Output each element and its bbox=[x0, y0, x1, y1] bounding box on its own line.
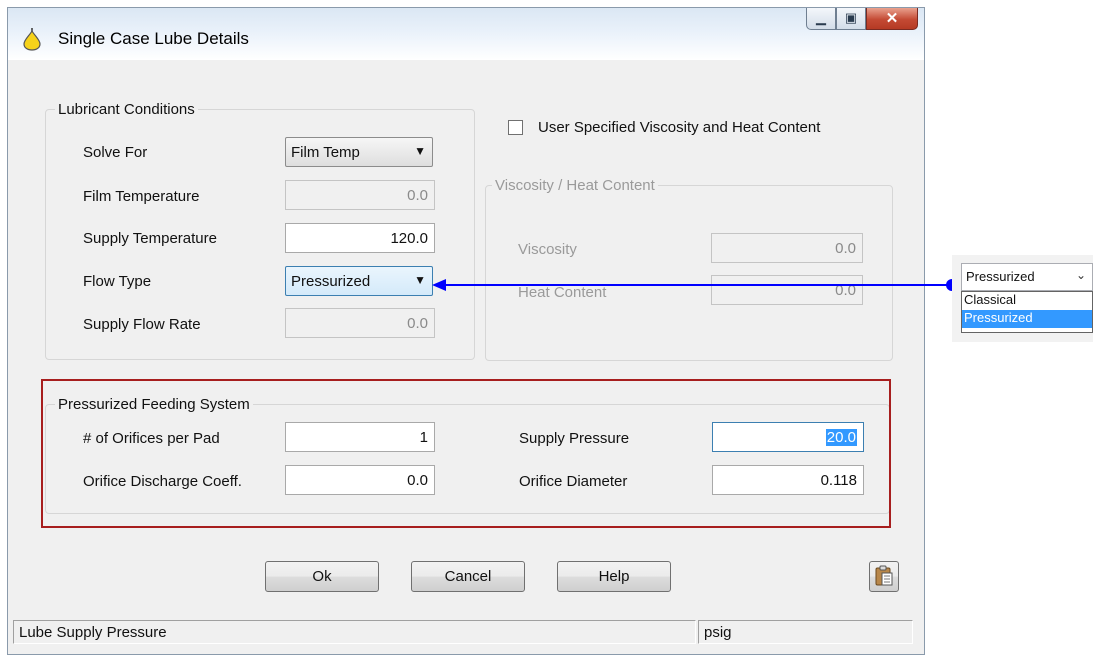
paste-button[interactable] bbox=[869, 561, 899, 592]
solve-for-value: Film Temp bbox=[291, 144, 360, 161]
flow-type-select[interactable]: Pressurized ▼ bbox=[285, 266, 433, 296]
lube-details-dialog: Single Case Lube Details ▁ ▣ ✕ Lubricant… bbox=[7, 7, 925, 655]
flow-type-dropdown-popup: Pressurized ⌄ Classical Pressurized bbox=[952, 255, 1093, 342]
minimize-icon: ▁ bbox=[816, 10, 826, 25]
title-bar[interactable]: Single Case Lube Details ▁ ▣ ✕ bbox=[8, 8, 924, 60]
cancel-button[interactable]: Cancel bbox=[411, 561, 525, 592]
close-button[interactable]: ✕ bbox=[866, 8, 918, 30]
ok-button[interactable]: Ok bbox=[265, 561, 379, 592]
heat-content-label: Heat Content bbox=[518, 284, 607, 301]
window-title: Single Case Lube Details bbox=[58, 29, 249, 48]
chevron-down-icon: ▼ bbox=[414, 273, 426, 287]
maximize-icon: ▣ bbox=[844, 10, 858, 25]
status-units: psig bbox=[698, 620, 913, 644]
supply-temperature-field[interactable]: 120.0 bbox=[285, 223, 435, 253]
chevron-down-icon: ⌄ bbox=[1075, 268, 1086, 282]
user-specified-checkbox[interactable] bbox=[508, 120, 523, 135]
viscosity-label: Viscosity bbox=[518, 241, 577, 258]
viscosity-heat-group bbox=[485, 185, 893, 361]
annotation-highlight-box bbox=[41, 379, 891, 528]
minimize-button[interactable]: ▁ bbox=[806, 8, 836, 30]
chevron-down-icon: ▼ bbox=[414, 144, 426, 158]
option-classical[interactable]: Classical bbox=[962, 292, 1092, 310]
popup-options-list: Classical Pressurized bbox=[961, 291, 1093, 333]
viscosity-heat-legend: Viscosity / Heat Content bbox=[492, 177, 658, 194]
maximize-button[interactable]: ▣ bbox=[836, 8, 866, 30]
supply-flow-rate-label: Supply Flow Rate bbox=[83, 316, 201, 333]
film-temperature-field: 0.0 bbox=[285, 180, 435, 210]
solve-for-select[interactable]: Film Temp ▼ bbox=[285, 137, 433, 167]
flow-type-value: Pressurized bbox=[291, 273, 371, 290]
user-specified-label[interactable]: User Specified Viscosity and Heat Conten… bbox=[538, 119, 820, 136]
lubricant-conditions-legend: Lubricant Conditions bbox=[55, 101, 198, 118]
status-bar: Lube Supply Pressure psig bbox=[13, 620, 913, 644]
heat-content-field: 0.0 bbox=[711, 275, 863, 305]
viscosity-field: 0.0 bbox=[711, 233, 863, 263]
solve-for-label: Solve For bbox=[83, 144, 148, 161]
option-pressurized[interactable]: Pressurized bbox=[962, 310, 1092, 328]
oil-drop-icon bbox=[23, 28, 41, 51]
flow-type-label: Flow Type bbox=[83, 273, 152, 290]
film-temperature-label: Film Temperature bbox=[83, 188, 200, 205]
supply-temperature-label: Supply Temperature bbox=[83, 230, 217, 247]
paste-icon bbox=[875, 565, 893, 586]
close-icon: ✕ bbox=[885, 10, 899, 27]
window-controls: ▁ ▣ ✕ bbox=[806, 8, 918, 32]
supply-flow-rate-field: 0.0 bbox=[285, 308, 435, 338]
popup-flow-type-select[interactable]: Pressurized ⌄ bbox=[961, 263, 1093, 291]
popup-selected-value: Pressurized bbox=[966, 269, 1035, 284]
status-message: Lube Supply Pressure bbox=[13, 620, 696, 644]
help-button[interactable]: Help bbox=[557, 561, 671, 592]
